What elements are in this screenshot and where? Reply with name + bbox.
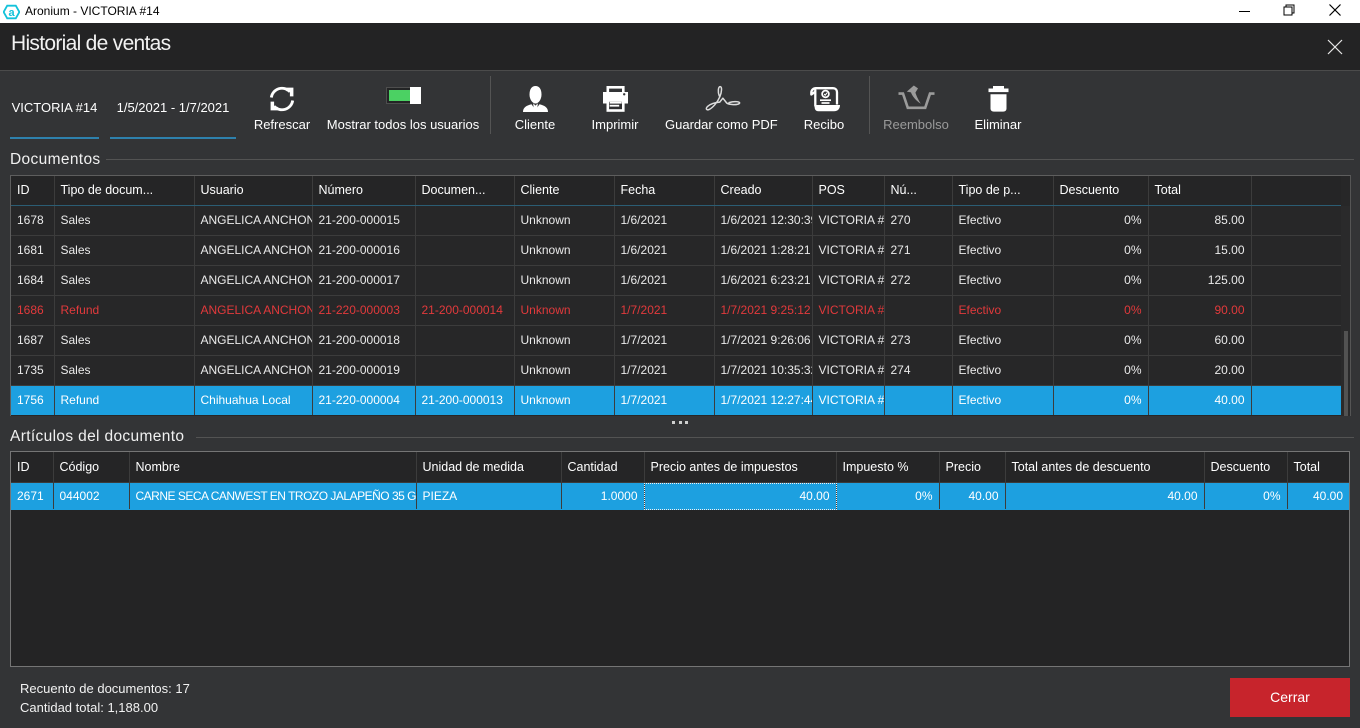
svg-text:a: a (8, 7, 15, 19)
